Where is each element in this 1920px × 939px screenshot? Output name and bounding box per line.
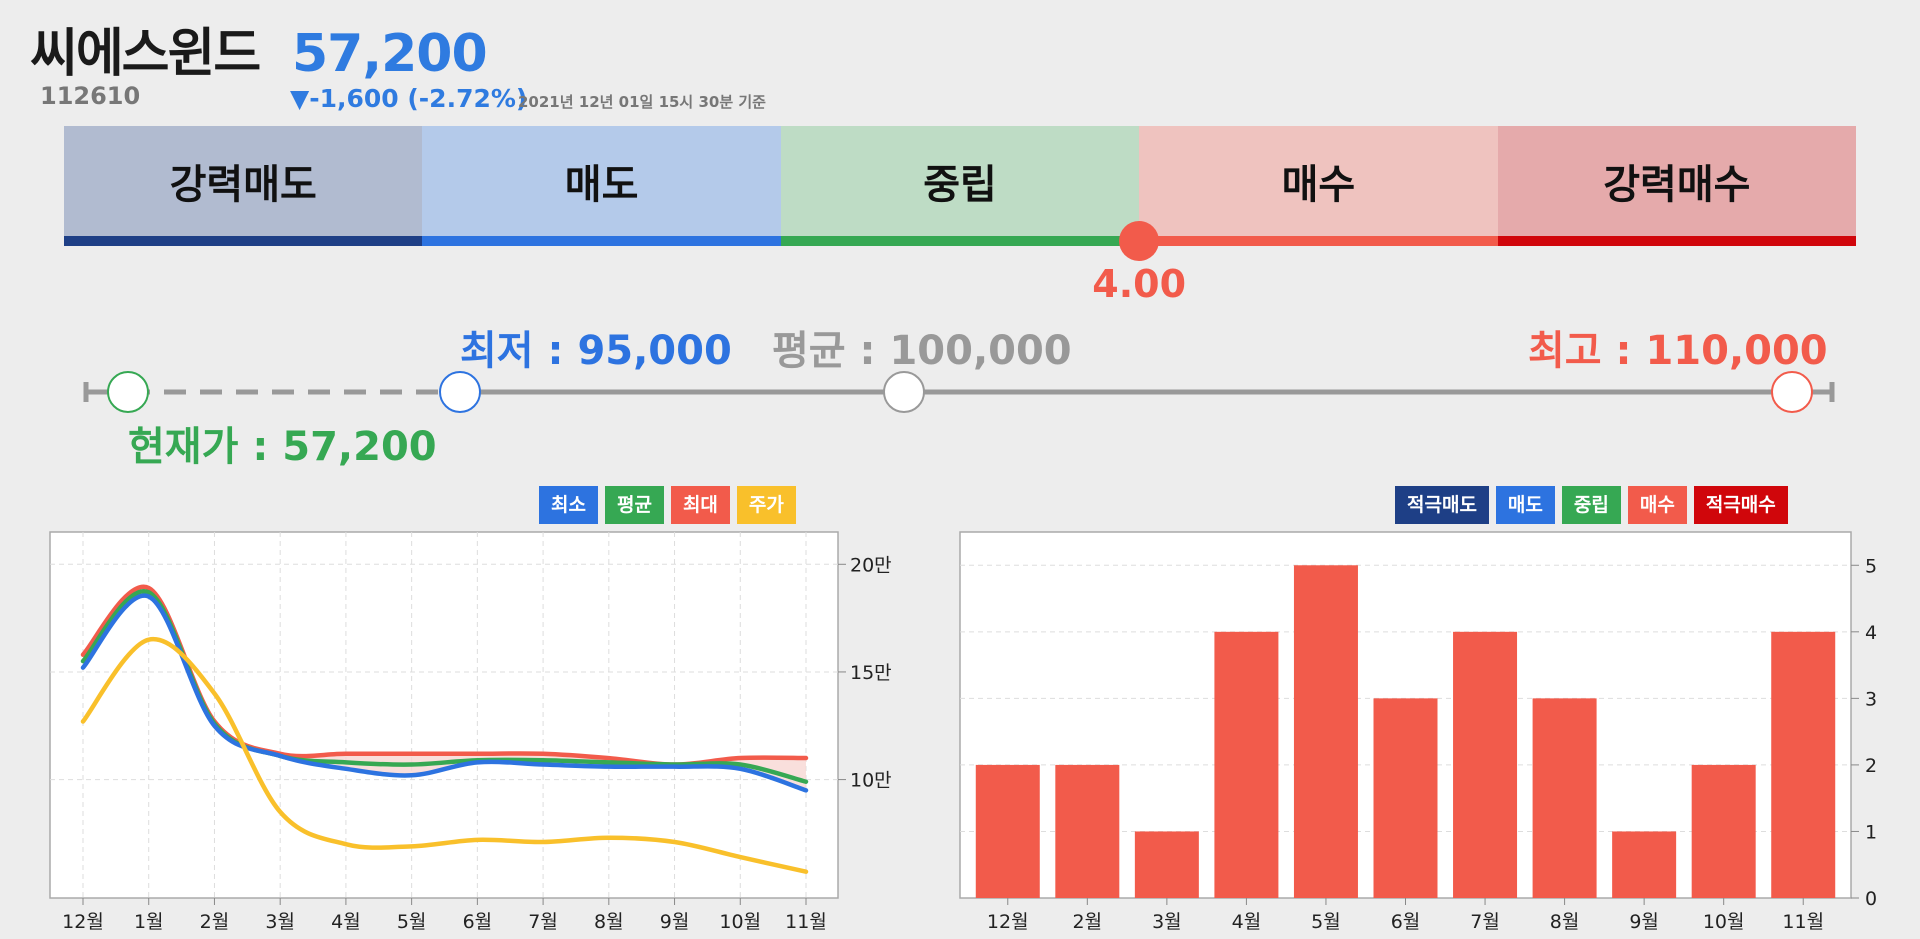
x-tick-label: 5월 [1311, 911, 1341, 933]
y-tick-label: 0 [1865, 888, 1877, 910]
bar [1293, 565, 1358, 898]
bar [1691, 764, 1756, 898]
x-tick-label: 5월 [397, 911, 427, 933]
x-tick-label: 4월 [1232, 911, 1262, 933]
x-tick-label: 12월 [62, 911, 104, 933]
y-tick-label: 3 [1865, 688, 1877, 710]
y-tick-label: 20만 [850, 554, 892, 576]
bar [1453, 631, 1518, 898]
bar [1532, 698, 1597, 898]
opinion-bar-chart: 0 1 2 3 4 5 12월 2월 3월 4월 5월 6월 7월 8월 9월 10월 11월 [959, 531, 1877, 933]
x-tick-label: 4월 [331, 911, 361, 933]
x-tick-label: 10월 [1703, 911, 1745, 933]
x-tick-label: 8월 [594, 911, 624, 933]
bar [1055, 764, 1120, 898]
x-tick-label: 3월 [1152, 911, 1182, 933]
y-tick-label: 1 [1865, 821, 1877, 843]
target-price-line-chart: 20만 15만 10만 12월 1월 2월 3월 4월 5월 6월 7월 8월 9월 10월 11월 [49, 531, 892, 933]
x-tick-label: 3월 [265, 911, 295, 933]
bar [1771, 631, 1836, 898]
x-tick-label: 11월 [785, 911, 827, 933]
bar [1134, 831, 1199, 898]
bar [975, 764, 1040, 898]
x-tick-label: 6월 [1391, 911, 1421, 933]
bar [1612, 831, 1677, 898]
x-tick-label: 7월 [1470, 911, 1500, 933]
bar [1214, 631, 1279, 898]
y-tick-label: 15만 [850, 662, 892, 684]
x-tick-label: 2월 [200, 911, 230, 933]
bar [1373, 698, 1438, 898]
x-tick-label: 11월 [1782, 911, 1824, 933]
x-tick-label: 12월 [987, 911, 1029, 933]
x-tick-label: 9월 [1629, 911, 1659, 933]
x-tick-label: 7월 [528, 911, 558, 933]
y-tick-label: 4 [1865, 622, 1877, 644]
x-tick-label: 9월 [660, 911, 690, 933]
x-tick-label: 10월 [719, 911, 761, 933]
x-tick-label: 2월 [1073, 911, 1103, 933]
y-tick-label: 10만 [850, 770, 892, 792]
y-tick-label: 2 [1865, 755, 1877, 777]
y-tick-label: 5 [1865, 555, 1877, 577]
x-tick-label: 6월 [463, 911, 493, 933]
x-tick-label: 1월 [134, 911, 164, 933]
x-tick-label: 8월 [1550, 911, 1580, 933]
